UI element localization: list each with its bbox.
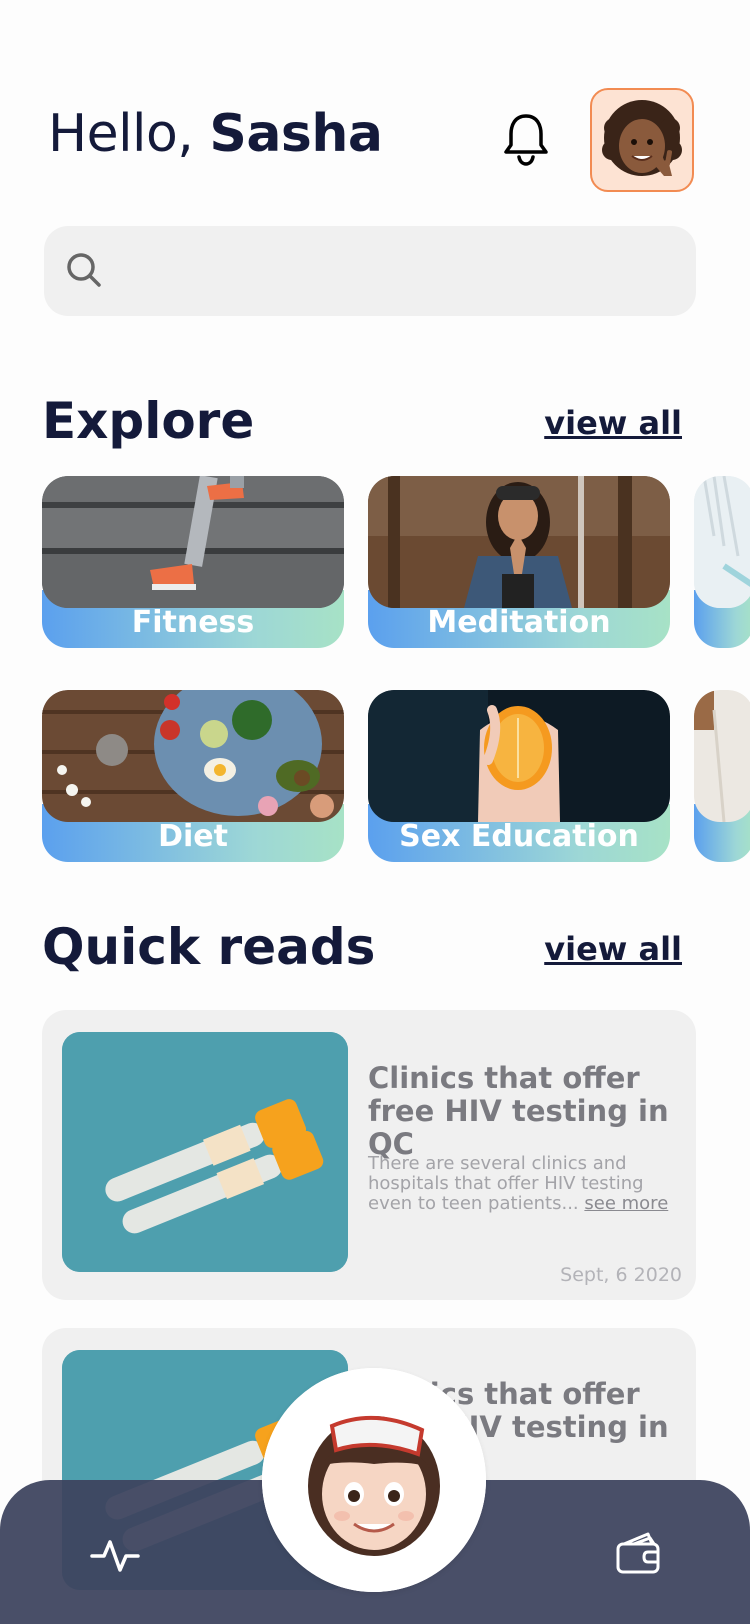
quick-read-title[interactable]: Clinics that offer free HIV testing in Q…: [368, 1062, 683, 1161]
search-input[interactable]: [114, 226, 674, 316]
card-label: Diet: [158, 819, 228, 854]
wallet-icon[interactable]: [614, 1528, 664, 1578]
explore-title: Explore: [42, 392, 255, 450]
explore-card-partial[interactable]: [694, 476, 750, 648]
greeting-prefix: Hello,: [48, 104, 194, 164]
explore-card-sex-education[interactable]: Sex Education: [368, 690, 670, 862]
explore-card-meditation[interactable]: Meditation: [368, 476, 670, 648]
explore-card-diet[interactable]: Diet: [42, 690, 344, 862]
explore-card-partial[interactable]: [694, 690, 750, 862]
partial-image: [694, 690, 750, 822]
search-bar[interactable]: [44, 226, 696, 316]
assistant-avatar-button[interactable]: [262, 1368, 486, 1592]
explore-view-all-link[interactable]: view all: [544, 404, 682, 442]
quick-read-card[interactable]: Clinics that offer free HIV testing in Q…: [42, 1010, 696, 1300]
see-more-link[interactable]: see more: [584, 1193, 668, 1214]
search-icon: [67, 253, 101, 287]
greeting: Hello, Sasha: [48, 104, 383, 164]
quick-read-description: There are several clinics and hospitals …: [368, 1154, 683, 1214]
quick-reads-title: Quick reads: [42, 918, 376, 976]
hiv-test-tubes-image: [62, 1032, 348, 1272]
user-name: Sasha: [209, 104, 383, 164]
meditation-image: [368, 476, 670, 608]
quick-read-date: Sept, 6 2020: [560, 1264, 682, 1286]
fitness-image: [42, 476, 344, 608]
quick-reads-view-all-link[interactable]: view all: [544, 930, 682, 968]
diet-image: [42, 690, 344, 822]
card-label: Sex Education: [399, 819, 639, 854]
card-label: Meditation: [427, 605, 611, 640]
activity-icon[interactable]: [90, 1530, 140, 1580]
bell-icon[interactable]: [500, 110, 552, 170]
explore-card-fitness[interactable]: Fitness: [42, 476, 344, 648]
sex-education-image: [368, 690, 670, 822]
header: Hello, Sasha: [0, 0, 750, 200]
avatar[interactable]: [590, 88, 694, 192]
partial-image: [694, 476, 750, 608]
card-label: Fitness: [131, 605, 255, 640]
